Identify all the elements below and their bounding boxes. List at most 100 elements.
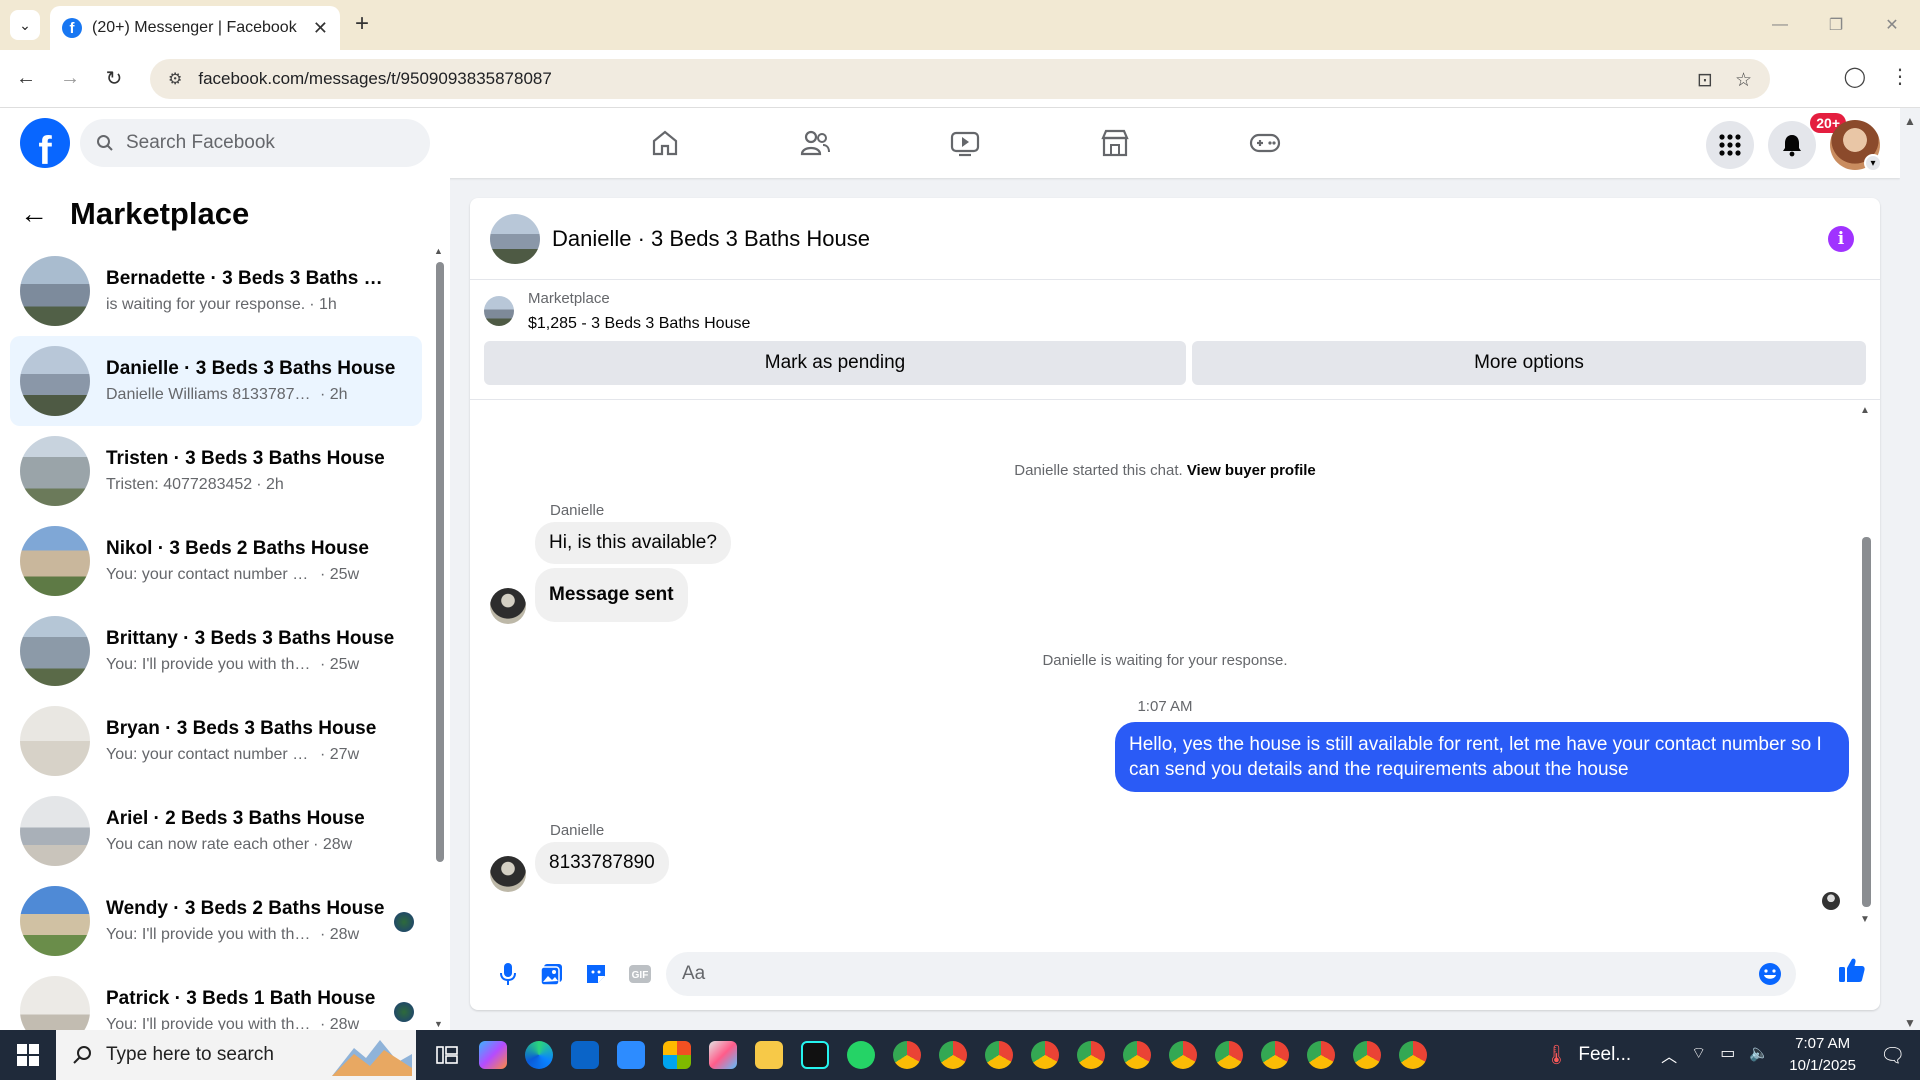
sidebar-scrollbar[interactable]: ▲ ▼ xyxy=(434,246,444,1029)
forward-button[interactable]: → xyxy=(52,61,88,97)
outgoing-message[interactable]: Hello, yes the house is still available … xyxy=(1115,722,1849,792)
scroll-up-arrow-icon[interactable]: ▲ xyxy=(1904,114,1916,128)
scroll-up-arrow-icon[interactable]: ▲ xyxy=(434,246,443,256)
chat-scrollbar[interactable]: ▲ ▼ xyxy=(1860,405,1872,925)
tab-search-dropdown[interactable]: ⌄ xyxy=(10,10,40,40)
conversation-item[interactable]: Wendy · 3 Beds 2 Baths House You: I'll pr… xyxy=(10,876,422,966)
gif-button[interactable]: GIF xyxy=(618,952,662,996)
close-tab-icon[interactable]: ✕ xyxy=(313,18,328,39)
incoming-message[interactable]: 8133787890 xyxy=(535,842,669,884)
clock[interactable]: 7:07 AM 10/1/2025 xyxy=(1789,1033,1856,1077)
back-button[interactable]: ← xyxy=(8,61,44,97)
taskbar-apps xyxy=(424,1030,1436,1080)
start-button[interactable] xyxy=(0,1030,56,1080)
chrome-app[interactable] xyxy=(1068,1030,1114,1080)
sender-avatar[interactable] xyxy=(490,856,526,892)
account-avatar[interactable]: ▾ xyxy=(1830,120,1882,172)
scrollbar-thumb[interactable] xyxy=(1862,537,1871,907)
whatsapp-app[interactable] xyxy=(838,1030,884,1080)
chat-title[interactable]: Danielle · 3 Beds 3 Baths House xyxy=(552,226,870,252)
outlook-app[interactable] xyxy=(562,1030,608,1080)
chrome-app[interactable] xyxy=(1160,1030,1206,1080)
sender-avatar[interactable] xyxy=(490,588,526,624)
chrome-app[interactable] xyxy=(1344,1030,1390,1080)
scroll-down-arrow-icon[interactable]: ▼ xyxy=(1860,914,1870,925)
incoming-message[interactable]: Message sent xyxy=(535,568,688,622)
mark-as-pending-button[interactable]: Mark as pending xyxy=(484,341,1186,385)
chrome-app[interactable] xyxy=(1206,1030,1252,1080)
chrome-app[interactable] xyxy=(930,1030,976,1080)
listing-price[interactable]: $1,285 - 3 Beds 3 Baths House xyxy=(528,315,750,333)
message-input[interactable]: Aa xyxy=(666,952,1796,996)
store-app[interactable] xyxy=(654,1030,700,1080)
network-icon[interactable]: ⌔ xyxy=(1691,1043,1706,1067)
new-tab-button[interactable]: + xyxy=(355,10,369,38)
scroll-down-arrow-icon[interactable]: ▼ xyxy=(1904,1016,1916,1030)
scroll-up-arrow-icon[interactable]: ▲ xyxy=(1860,405,1870,416)
view-buyer-profile-link[interactable]: View buyer profile xyxy=(1187,462,1316,479)
facebook-logo[interactable]: f xyxy=(20,118,70,168)
chrome-app[interactable] xyxy=(976,1030,1022,1080)
volume-icon[interactable]: 🔈 xyxy=(1749,1043,1769,1067)
bookmark-star-icon[interactable]: ☆ xyxy=(1735,69,1752,92)
restore-icon[interactable]: ❐ xyxy=(1808,0,1864,50)
emoji-icon[interactable] xyxy=(1758,962,1782,986)
back-arrow-icon[interactable]: ← xyxy=(20,198,48,230)
chevron-up-icon[interactable]: ︿ xyxy=(1661,1043,1677,1067)
page-scrollbar[interactable]: ▲ ▼ xyxy=(1900,108,1920,1030)
chrome-app[interactable] xyxy=(1022,1030,1068,1080)
window-close-icon[interactable]: ✕ xyxy=(1864,0,1920,50)
conversation-item[interactable]: Nikol · 3 Beds 2 Baths House You: your co… xyxy=(10,516,422,606)
profile-icon[interactable]: ◯ xyxy=(1844,64,1866,89)
zoom-app[interactable] xyxy=(608,1030,654,1080)
nav-friends[interactable] xyxy=(740,108,890,178)
site-settings-icon[interactable]: ⚙ xyxy=(168,69,182,89)
more-options-button[interactable]: More options xyxy=(1192,341,1866,385)
conversation-item[interactable]: Danielle · 3 Beds 3 Baths House Danielle … xyxy=(10,336,422,426)
incoming-message[interactable]: Hi, is this available? xyxy=(535,522,731,564)
edge-app[interactable] xyxy=(516,1030,562,1080)
chrome-app[interactable] xyxy=(1298,1030,1344,1080)
listing-thumbnail[interactable] xyxy=(484,296,514,326)
weather-widget[interactable]: 🌡 Feel... xyxy=(1544,1043,1631,1067)
nav-gaming[interactable] xyxy=(1190,108,1340,178)
scroll-down-arrow-icon[interactable]: ▼ xyxy=(434,1019,443,1029)
listing-avatar[interactable] xyxy=(490,213,540,264)
nav-marketplace[interactable] xyxy=(1040,108,1190,178)
notifications-button[interactable]: 20+ xyxy=(1768,113,1846,169)
install-app-icon[interactable]: ⊡ xyxy=(1697,69,1713,92)
conversation-item[interactable]: Tristen · 3 Beds 3 Baths House Tristen: 4… xyxy=(10,426,422,516)
conversation-item[interactable]: Bryan · 3 Beds 3 Baths House You: your co… xyxy=(10,696,422,786)
browser-tab-active[interactable]: f (20+) Messenger | Facebook ✕ xyxy=(50,6,340,50)
minimize-icon[interactable]: — xyxy=(1752,0,1808,50)
notification-center-icon[interactable]: 🗨 xyxy=(1880,1043,1920,1068)
task-view-button[interactable] xyxy=(424,1030,470,1080)
facebook-search-input[interactable]: Search Facebook xyxy=(80,119,430,167)
mountain-highlight-icon xyxy=(332,1040,412,1076)
battery-icon[interactable]: ▭ xyxy=(1720,1043,1735,1067)
sticker-button[interactable] xyxy=(574,952,618,996)
chrome-app[interactable] xyxy=(1252,1030,1298,1080)
conversation-item[interactable]: Ariel · 2 Beds 3 Baths House You can now … xyxy=(10,786,422,876)
taskbar-search[interactable]: Type here to search xyxy=(56,1030,416,1080)
voice-clip-button[interactable] xyxy=(486,952,530,996)
explorer-app[interactable] xyxy=(746,1030,792,1080)
reload-button[interactable]: ↻ xyxy=(96,61,132,97)
tiktok-app[interactable] xyxy=(792,1030,838,1080)
menu-button[interactable] xyxy=(1706,121,1754,169)
thumbs-up-icon[interactable] xyxy=(1838,956,1866,984)
scrollbar-thumb[interactable] xyxy=(436,262,444,862)
copilot-app[interactable] xyxy=(470,1030,516,1080)
nav-watch[interactable] xyxy=(890,108,1040,178)
attach-photo-button[interactable] xyxy=(530,952,574,996)
nav-home[interactable] xyxy=(590,108,740,178)
conversation-item[interactable]: Brittany · 3 Beds 3 Baths House You: I'll… xyxy=(10,606,422,696)
address-bar[interactable]: ⚙ facebook.com/messages/t/95090938358780… xyxy=(150,59,1770,99)
menu-kebab-icon[interactable]: ⋮ xyxy=(1890,64,1910,89)
conversation-item[interactable]: Bernadette · 3 Beds 3 Baths Hou... is wai… xyxy=(10,246,422,336)
paint-app[interactable] xyxy=(700,1030,746,1080)
chrome-app[interactable] xyxy=(1114,1030,1160,1080)
chrome-app[interactable] xyxy=(884,1030,930,1080)
chrome-app[interactable] xyxy=(1390,1030,1436,1080)
info-icon[interactable]: i xyxy=(1828,226,1854,252)
